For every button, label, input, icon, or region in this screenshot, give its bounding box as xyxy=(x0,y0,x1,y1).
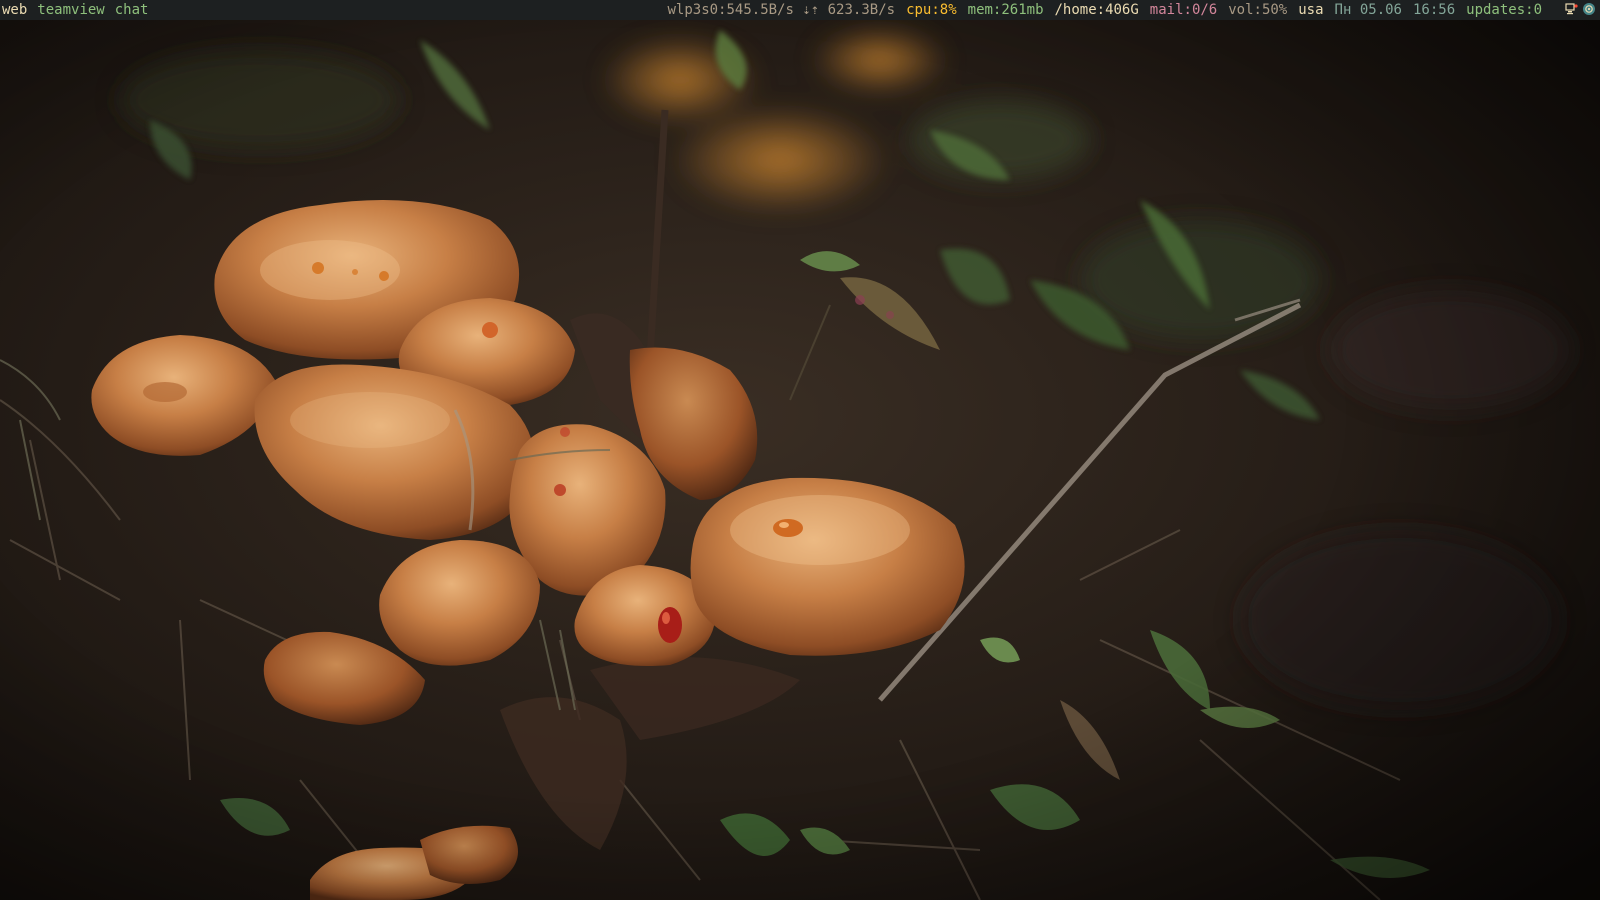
updates-status: updates:0 xyxy=(1466,2,1542,18)
status-blocks: wlp3s0:545.5B/s ⇣⇡ 623.3B/s cpu:8% mem:2… xyxy=(667,0,1542,20)
mail-status: mail:0/6 xyxy=(1149,2,1218,18)
workspace-chat[interactable]: chat xyxy=(115,0,149,20)
memory-status: mem:261mb xyxy=(967,2,1044,18)
workspace-teamview[interactable]: teamview xyxy=(37,0,104,20)
keyboard-layout[interactable]: usa xyxy=(1298,0,1323,20)
workspace-web[interactable]: web xyxy=(2,0,27,20)
clock: 16:56 xyxy=(1412,2,1456,18)
workspace-list: web teamview chat xyxy=(2,0,148,20)
network-manager-icon[interactable] xyxy=(1565,2,1579,16)
disk-status: /home:406G xyxy=(1054,2,1139,18)
network-status: wlp3s0:545.5B/s ⇣⇡ 623.3B/s xyxy=(667,2,896,18)
volume-status[interactable]: vol:50% xyxy=(1228,0,1287,20)
status-bar: web teamview chat wlp3s0:545.5B/s ⇣⇡ 623… xyxy=(0,0,1600,20)
date-display: Пн 05.06 xyxy=(1334,2,1402,18)
system-tray xyxy=(1565,2,1596,16)
chat-app-icon[interactable] xyxy=(1582,2,1596,16)
cpu-status: cpu:8% xyxy=(906,2,957,18)
desktop-wallpaper xyxy=(0,20,1600,900)
